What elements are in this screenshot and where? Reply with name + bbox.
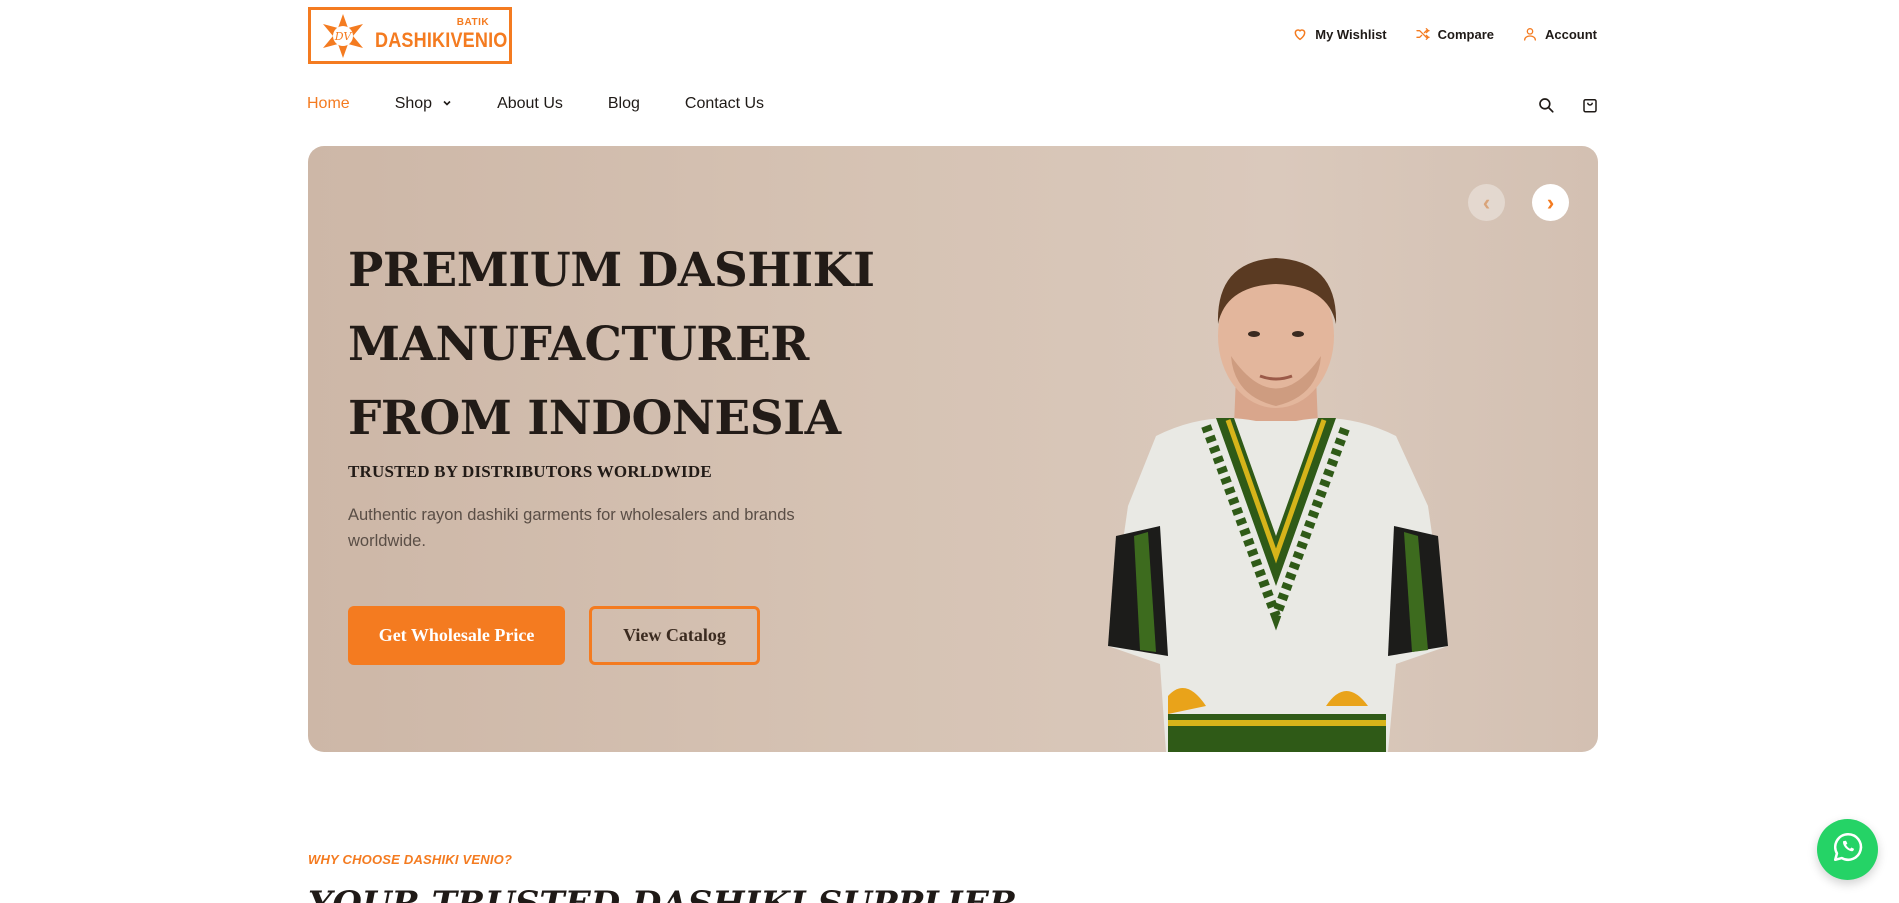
nav-icons <box>1537 96 1599 114</box>
logo-small-text: BATIK <box>456 16 490 28</box>
top-links: My Wishlist Compare Account <box>1292 26 1597 42</box>
site-logo[interactable]: DV BATIK DASHIKIVENIO <box>308 7 512 64</box>
nav-item-home[interactable]: Home <box>307 95 350 113</box>
section-eyebrow: WHY CHOOSE DASHIKI VENIO? <box>308 852 513 867</box>
heart-icon <box>1292 26 1308 42</box>
wishlist-link[interactable]: My Wishlist <box>1292 26 1387 42</box>
hero-description: Authentic rayon dashiki garments for who… <box>348 506 795 550</box>
hero-title: PREMIUM DASHIKI MANUFACTURER FROM INDONE… <box>348 243 875 446</box>
nav-item-about[interactable]: About Us <box>497 95 563 113</box>
svg-text:DV: DV <box>334 30 353 43</box>
logo-mark-icon: DV <box>319 12 367 60</box>
whatsapp-icon <box>1831 830 1865 869</box>
view-catalog-button[interactable]: View Catalog <box>589 606 760 665</box>
hero-banner: PREMIUM DASHIKI MANUFACTURER FROM INDONE… <box>308 146 1598 752</box>
slider-next-button[interactable]: › <box>1532 184 1569 221</box>
hero-model-image <box>1056 206 1496 752</box>
wishlist-label: My Wishlist <box>1315 26 1387 42</box>
account-link[interactable]: Account <box>1522 26 1597 42</box>
chevron-right-icon: › <box>1546 189 1555 215</box>
account-label: Account <box>1545 26 1597 42</box>
nav-item-shop[interactable]: Shop <box>395 95 452 113</box>
nav-item-contact[interactable]: Contact Us <box>685 95 764 113</box>
section-title: YOUR TRUSTED DASHIKI SUPPLIER <box>308 884 1017 903</box>
chevron-down-icon <box>442 95 452 113</box>
hero-subtitle: TRUSTED BY DISTRIBUTORS WORLDWIDE <box>348 462 712 481</box>
nav-item-shop-label: Shop <box>394 95 433 112</box>
compare-link[interactable]: Compare <box>1415 26 1494 42</box>
compare-label: Compare <box>1437 26 1494 42</box>
user-icon <box>1522 26 1538 42</box>
shuffle-icon <box>1415 26 1431 42</box>
search-icon[interactable] <box>1537 96 1555 114</box>
logo-brand-text: DASHIKIVENIO <box>375 28 508 52</box>
nav-item-blog[interactable]: Blog <box>608 95 640 113</box>
whatsapp-chat-button[interactable] <box>1817 819 1878 880</box>
main-nav: Home Shop About Us Blog Contact Us <box>307 95 764 113</box>
get-wholesale-price-button[interactable]: Get Wholesale Price <box>348 606 565 665</box>
cart-icon[interactable] <box>1581 96 1599 114</box>
